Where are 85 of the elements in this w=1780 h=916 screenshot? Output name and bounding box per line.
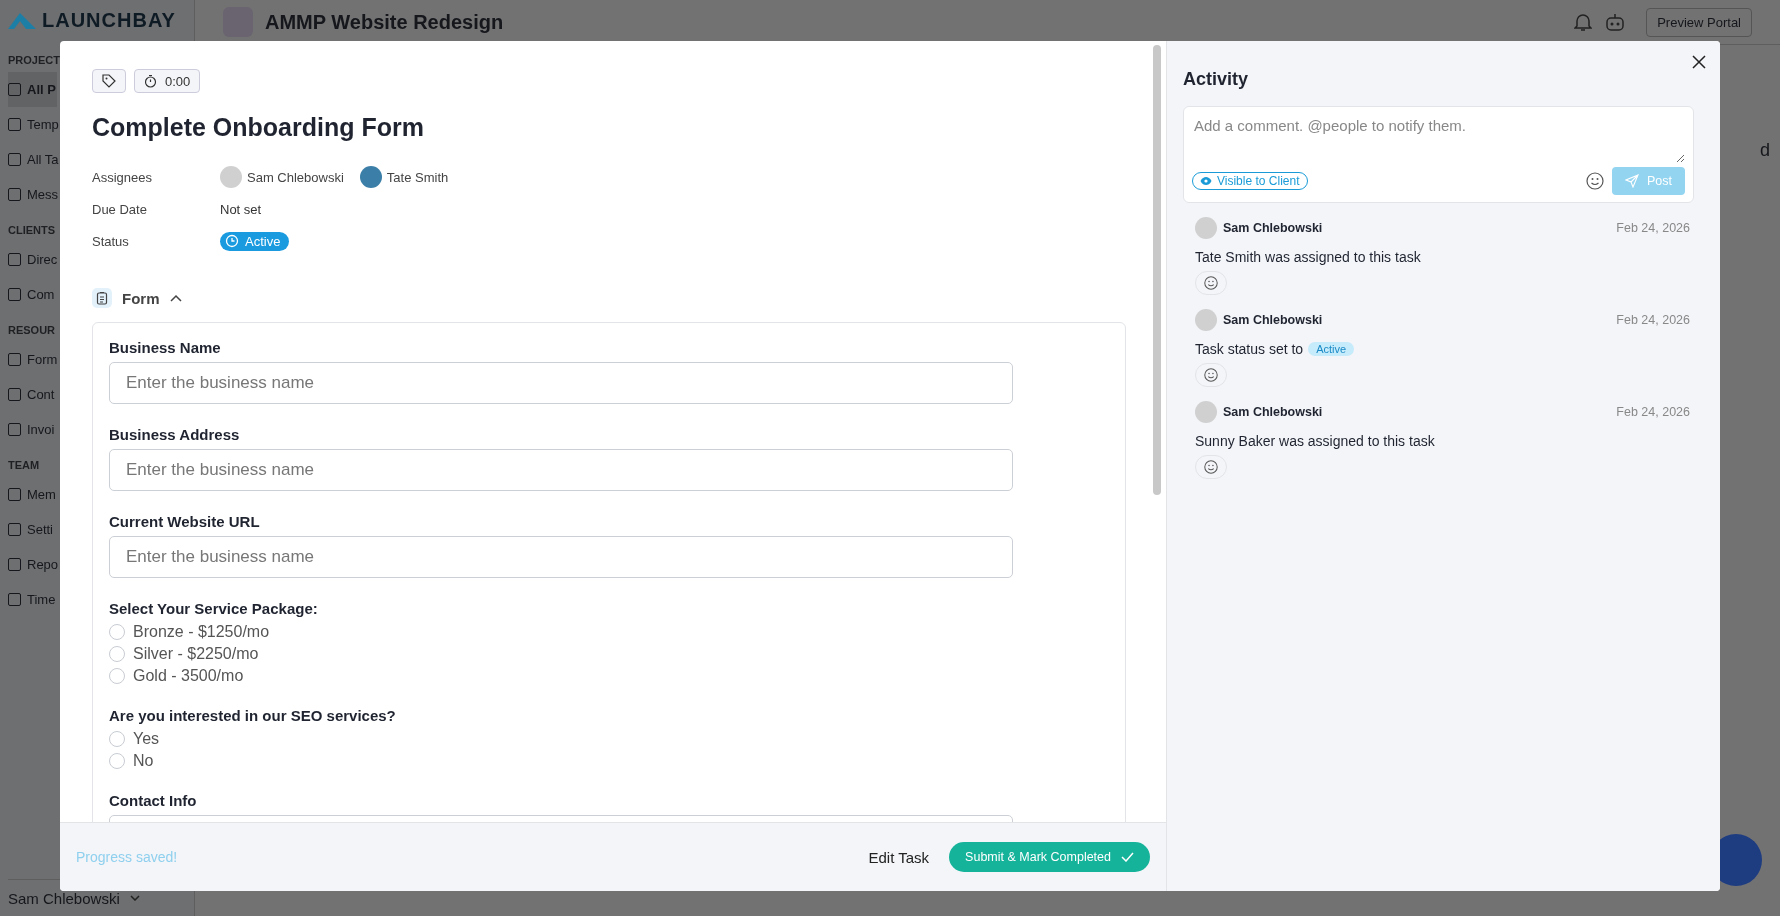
eye-icon[interactable]	[1200, 177, 1212, 185]
sidebar-item[interactable]: Direc	[8, 242, 59, 277]
field-label: Business Name	[109, 339, 222, 356]
sidebar-item[interactable]: Com	[8, 277, 56, 312]
smiley-icon[interactable]	[1204, 276, 1218, 290]
sidebar-item[interactable]: Time	[8, 582, 57, 617]
section-title: Form	[122, 289, 160, 307]
chevron-icon[interactable]	[169, 294, 182, 302]
sidebar-heading: TEAM	[8, 459, 40, 471]
sidebar-heading: PROJECT	[8, 54, 60, 66]
field-label: Contact Info	[109, 792, 198, 809]
tag-button[interactable]	[92, 69, 126, 93]
radio-label[interactable]: No	[133, 752, 154, 770]
avatar	[359, 166, 382, 188]
avatar	[1195, 401, 1217, 423]
field-label: Current Website URL	[109, 513, 261, 530]
sidebar-heading: CLIENTS	[8, 224, 56, 236]
text-input[interactable]: Enter the business name	[109, 449, 1013, 491]
activity-text: Sunny Baker was assigned to this task	[1195, 433, 1435, 449]
task-title: Complete Onboarding Form	[92, 113, 425, 142]
smiley-icon[interactable]	[1204, 460, 1218, 474]
avatar	[220, 166, 242, 188]
sidebar-item[interactable]: Mem	[8, 477, 57, 512]
property-value: Not set	[220, 201, 262, 217]
clipboard-icon	[92, 288, 112, 308]
sidebar-item[interactable]: Cont	[8, 377, 56, 412]
smiley-icon[interactable]	[1204, 368, 1218, 382]
submit-button[interactable]: Submit & Mark Completed	[949, 842, 1150, 872]
status-badge[interactable]: Active	[220, 231, 290, 251]
text-input[interactable]: Enter the business name	[109, 362, 1013, 404]
sidebar-heading: RESOUR	[8, 324, 56, 336]
field-label: Are you interested in our SEO services?	[109, 707, 397, 724]
radio-label[interactable]: Gold - 3500/mo	[133, 667, 244, 685]
preview-portal-button[interactable]: Preview Portal	[1646, 7, 1752, 37]
text-fragment: d	[1760, 140, 1770, 161]
emoji-icon[interactable]	[1586, 172, 1604, 190]
sidebar-item[interactable]: Temp	[8, 107, 60, 142]
assignee-name: Sam Chlebowski	[247, 169, 344, 185]
avatar	[1195, 309, 1217, 331]
stopwatch-icon[interactable]	[144, 74, 157, 88]
property-label: Due Date	[92, 201, 148, 217]
author-name: Sam Chlebowski	[1223, 221, 1323, 235]
sidebar-item[interactable]: All P	[8, 72, 57, 107]
notification-bell-icon[interactable]	[1574, 12, 1593, 32]
logo-mark-icon	[8, 11, 36, 29]
entry-date: Feb 24, 2026	[1616, 405, 1690, 419]
add-reaction-button[interactable]	[1195, 455, 1227, 479]
scrollbar[interactable]	[1153, 45, 1161, 495]
field-label: Business Address	[109, 426, 241, 443]
assignee-name: Tate Smith	[386, 169, 449, 185]
sidebar-item[interactable]: Mess	[8, 177, 60, 212]
robot-icon[interactable]	[1604, 12, 1627, 32]
comment-box[interactable]: Add a comment. @people to notify them. Visible to Client Post	[1183, 106, 1694, 203]
sidebar-item[interactable]: Setti	[8, 512, 54, 547]
entry-date: Feb 24, 2026	[1616, 313, 1690, 327]
author-name: Sam Chlebowski	[1223, 405, 1323, 419]
sidebar-item[interactable]: Repo	[8, 547, 60, 582]
caret-icon[interactable]	[129, 895, 140, 901]
author-name: Sam Chlebowski	[1223, 313, 1323, 327]
entry-date: Feb 24, 2026	[1616, 221, 1690, 235]
add-reaction-button[interactable]	[1195, 271, 1227, 295]
property-label: Assignees	[92, 169, 153, 185]
check-icon[interactable]	[1121, 852, 1134, 862]
activity-text: Tate Smith was assigned to this task	[1195, 249, 1421, 265]
field-label: Select Your Service Package:	[109, 600, 319, 617]
app-logo: LAUNCHBAY	[42, 8, 176, 32]
property-label: Status	[92, 233, 130, 249]
timer-button[interactable]: 0:00	[134, 69, 201, 93]
add-reaction-button[interactable]	[1195, 363, 1227, 387]
tag-icon[interactable]	[102, 74, 116, 88]
project-title: AMMP Website Redesign	[265, 10, 504, 34]
sidebar-item[interactable]: All Ta	[8, 142, 60, 177]
activity-title: Activity	[1183, 69, 1250, 90]
text-input[interactable]: Enter the business name	[109, 536, 1013, 578]
sidebar-item[interactable]: Invoi	[8, 412, 56, 447]
close-icon[interactable]	[1692, 55, 1706, 69]
status-badge: Active	[1308, 342, 1355, 356]
sidebar-item[interactable]: Form	[8, 342, 59, 377]
user-name[interactable]: Sam Chlebowski	[8, 889, 120, 907]
radio-label[interactable]: Bronze - $1250/mo	[133, 623, 270, 641]
save-status: Progress saved!	[76, 849, 178, 865]
radio-label[interactable]: Yes	[133, 730, 160, 748]
radio-label[interactable]: Silver - $2250/mo	[133, 645, 259, 663]
activity-text: Task status set to	[1195, 341, 1304, 357]
avatar	[1195, 217, 1217, 239]
